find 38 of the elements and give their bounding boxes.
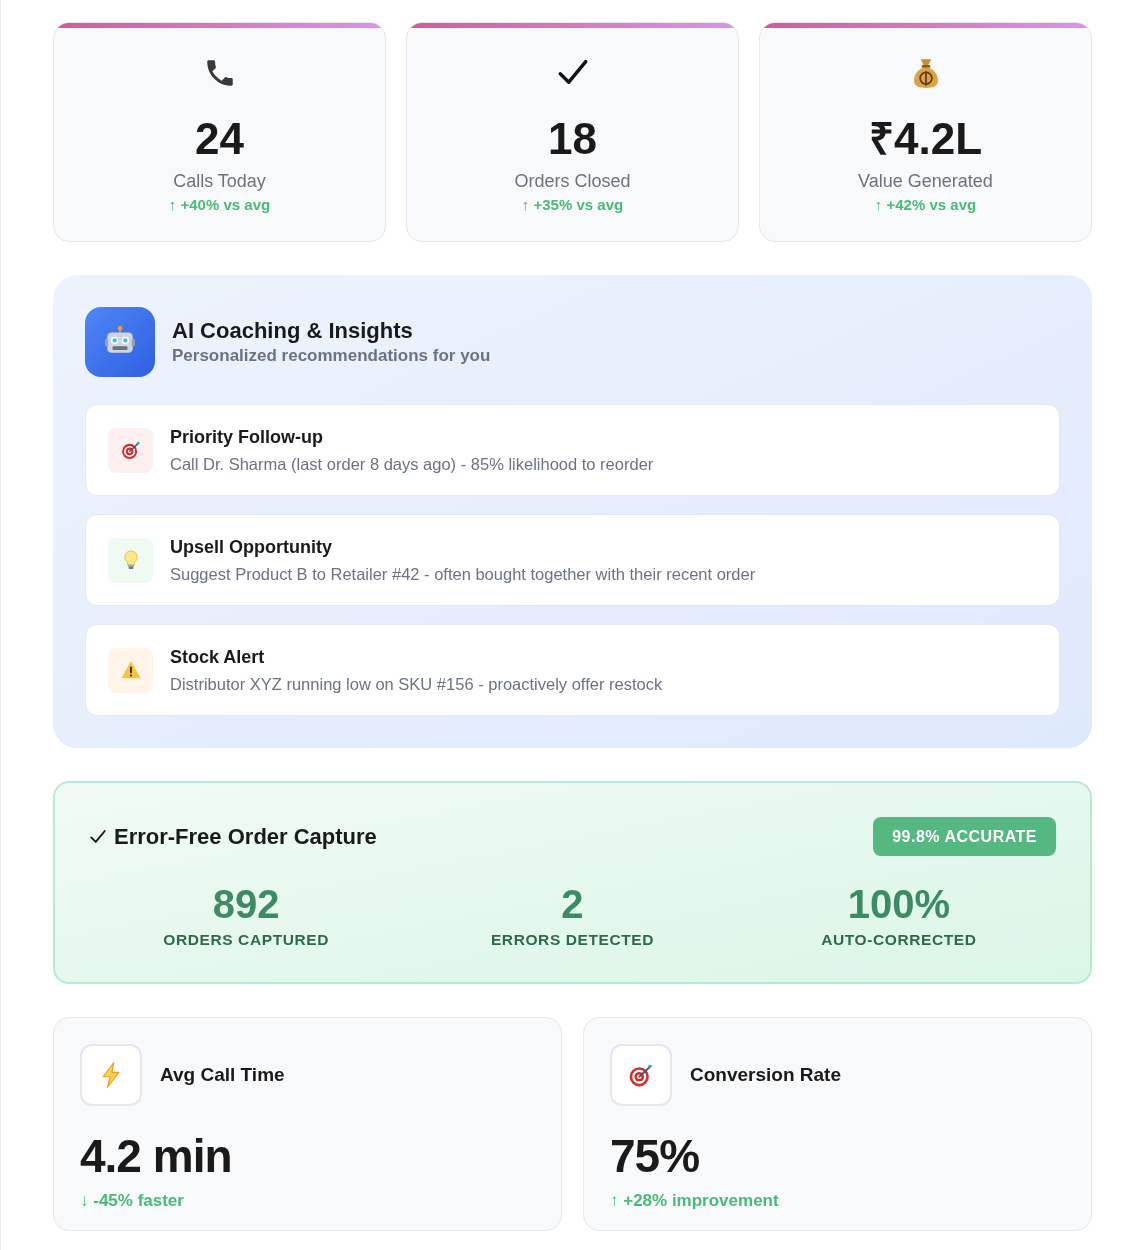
stat-trend: ↑ +42% vs avg [874, 195, 977, 215]
insight-title: Priority Follow-up [170, 426, 324, 449]
stat-label: Orders Closed [514, 170, 631, 193]
metric-value: 75% [610, 1130, 700, 1182]
capture-stat-value: 100% [847, 882, 950, 926]
stat-label: Value Generated [858, 170, 993, 193]
capture-stat-label: ORDERS CAPTURED [163, 930, 330, 950]
insight-description: Call Dr. Sharma (last order 8 days ago) - 85% likelihood to reorder [170, 454, 654, 475]
target-icon [108, 427, 153, 473]
stat-value: 18 [548, 113, 597, 165]
lightbulb-icon [108, 537, 153, 583]
stat-trend: ↑ +40% vs avg [168, 195, 271, 215]
insight-title: Upsell Opportunity [170, 536, 333, 559]
lightning-bolt-icon [80, 1044, 142, 1106]
stat-label: Calls Today [173, 170, 266, 193]
insight-description: Suggest Product B to Retailer #42 - often bought together with their recent order [170, 564, 756, 585]
capture-stat-label: ERRORS DETECTED [490, 930, 655, 950]
metric-title: Avg Call Time [160, 1063, 285, 1087]
metric-trend: ↓ -45% faster [80, 1190, 184, 1212]
stat-trend: ↑ +35% vs avg [521, 195, 624, 215]
capture-stat-value: 892 [212, 882, 280, 926]
warning-icon [108, 647, 153, 693]
metric-trend: ↑ +28% improvement [610, 1190, 779, 1212]
insight-description: Distributor XYZ running low on SKU #156 - proactively offer restock [170, 674, 663, 695]
metric-title: Conversion Rate [690, 1063, 841, 1087]
insight-title: Stock Alert [170, 646, 266, 669]
panel-title: AI Coaching & Insights [172, 317, 414, 345]
panel-subtitle: Personalized recommendations for you [172, 345, 491, 367]
panel-title: Error-Free Order Capture [114, 822, 377, 851]
check-icon [89, 827, 107, 846]
capture-stat-value: 2 [561, 882, 584, 926]
stat-value: 24 [195, 113, 244, 165]
target-icon [610, 1044, 672, 1106]
stat-value: ₹4.2L [868, 113, 982, 165]
metric-value: 4.2 min [80, 1130, 232, 1182]
robot-icon [85, 307, 155, 377]
capture-stat-label: AUTO-CORRECTED [821, 930, 977, 950]
accuracy-badge: 99.8% ACCURATE [873, 817, 1056, 856]
